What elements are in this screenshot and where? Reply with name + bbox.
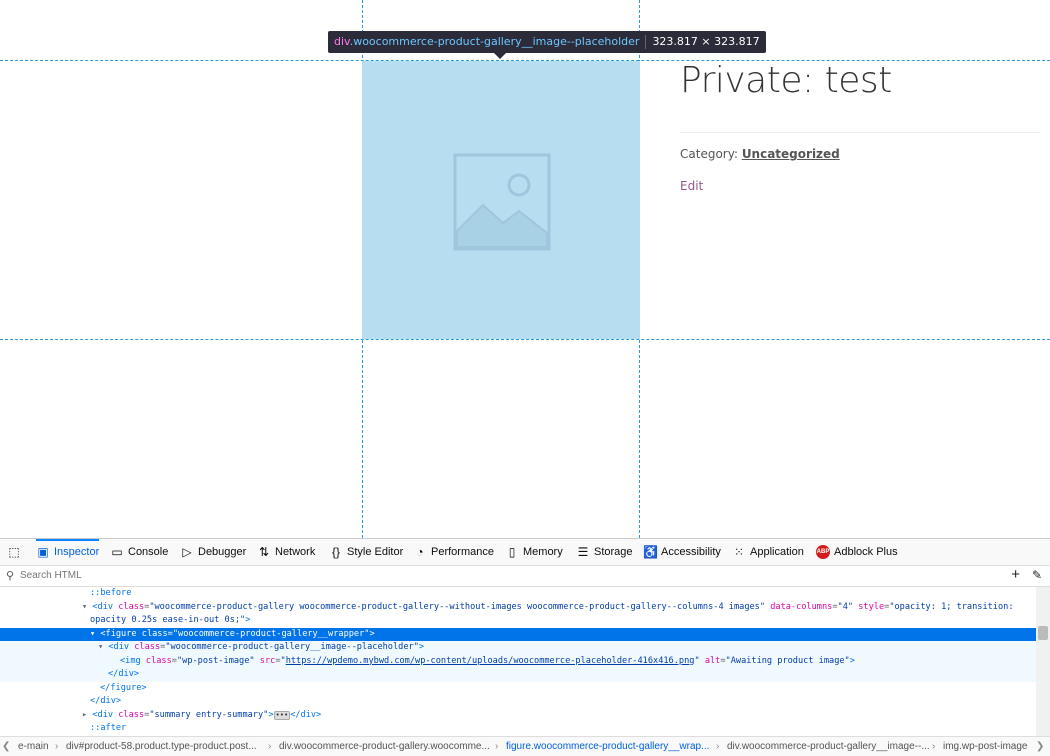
markup-line-after[interactable]: ::after — [0, 722, 1036, 736]
tab-memory[interactable]: ▯ Memory — [505, 539, 563, 565]
markup-line-close-figure[interactable]: </figure> — [0, 682, 1036, 696]
scrollbar-thumb[interactable] — [1038, 626, 1048, 640]
eyedropper-icon[interactable]: ✎ — [1032, 568, 1042, 582]
add-node-icon[interactable]: + — [1011, 567, 1020, 583]
tab-inspector[interactable]: ▣ Inspector — [36, 539, 100, 565]
tab-style-editor[interactable]: {} Style Editor — [329, 539, 403, 565]
breadcrumb-item[interactable]: div.woocommerce-product-gallery.woocomme… — [279, 737, 490, 756]
markup-line-before[interactable]: ::before — [0, 587, 1036, 601]
tab-storage-label: Storage — [594, 546, 633, 558]
devtools-panel: ⬚ ▣ Inspector ▭ Console ▷ Debugger ⇅ Net… — [0, 538, 1050, 756]
markup-line-img[interactable]: <img class="wp-post-image" src="https://… — [0, 654, 1036, 668]
markup-line-placeholder[interactable]: ▾ <div class="woocommerce-product-galler… — [0, 641, 1036, 655]
breadcrumb-item-current[interactable]: figure.woocommerce-product-gallery__wrap… — [506, 737, 709, 756]
tab-network[interactable]: ⇅ Network — [257, 539, 315, 565]
debugger-icon: ▷ — [182, 545, 192, 559]
category-label: Category: — [680, 147, 738, 161]
console-icon: ▭ — [111, 545, 123, 559]
devtools-toolbar: ⬚ ▣ Inspector ▭ Console ▷ Debugger ⇅ Net… — [0, 539, 1050, 566]
tab-adblock-plus[interactable]: ABP Adblock Plus — [816, 539, 898, 565]
markup-line-close-div[interactable]: </div> — [0, 668, 1036, 682]
product-category: Category: Uncategorized — [680, 147, 840, 161]
tab-accessibility-label: Accessibility — [661, 546, 721, 558]
breadcrumb-separator-icon: › — [716, 741, 720, 752]
category-link[interactable]: Uncategorized — [742, 147, 840, 161]
tab-console[interactable]: ▭ Console — [110, 539, 168, 565]
tab-accessibility[interactable]: ♿ Accessibility — [643, 539, 721, 565]
tab-debugger-label: Debugger — [198, 546, 247, 558]
tab-memory-label: Memory — [523, 546, 563, 558]
element-picker-icon: ⬚ — [8, 545, 20, 559]
tab-network-label: Network — [275, 546, 316, 558]
html-search-bar: ⚲ + ✎ — [0, 566, 1050, 587]
inspector-icon: ▣ — [37, 545, 49, 559]
markup-line-summary[interactable]: ▸ <div class="summary entry-summary"> •••… — [0, 709, 1036, 723]
network-icon: ⇅ — [258, 545, 270, 559]
breadcrumb-scroll-right-icon[interactable]: ❯ — [1036, 737, 1044, 756]
accessibility-icon: ♿ — [643, 545, 658, 559]
markup-line-close-gallery[interactable]: </div> — [0, 695, 1036, 709]
breadcrumb-item[interactable]: div.woocommerce-product-gallery__image--… — [727, 737, 930, 756]
application-icon: ⁙ — [733, 545, 745, 559]
product-title: Private: test — [680, 60, 892, 101]
tab-application[interactable]: ⁙ Application — [732, 539, 804, 565]
breadcrumb: ❮ e-main › div#product-58.product.type-p… — [0, 736, 1050, 756]
tab-performance-label: Performance — [431, 546, 494, 558]
tab-performance[interactable]: ◔ Performance — [413, 539, 494, 565]
markup-line-gallery-cont: opacity 0.25s ease-in-out 0s;"> — [90, 615, 251, 625]
breadcrumb-separator-icon: › — [495, 741, 499, 752]
storage-icon: ☰ — [577, 545, 589, 559]
tab-style-editor-label: Style Editor — [347, 546, 404, 558]
breadcrumb-item[interactable]: e-main — [18, 737, 49, 756]
infobar-tag: div — [334, 35, 350, 48]
search-icon: ⚲ — [6, 570, 15, 582]
highlighter-infobar: div.woocommerce-product-gallery__image--… — [328, 31, 766, 59]
breadcrumb-separator-icon: › — [55, 741, 59, 752]
tab-inspector-label: Inspector — [54, 546, 100, 558]
element-picker-button[interactable]: ⬚ — [7, 539, 21, 565]
memory-icon: ▯ — [508, 545, 516, 559]
breadcrumb-separator-icon: › — [268, 741, 272, 752]
tab-storage[interactable]: ☰ Storage — [576, 539, 633, 565]
performance-icon: ◔ — [416, 545, 424, 559]
infobar-dimensions: 323.817 × 323.817 — [652, 35, 760, 48]
tab-debugger[interactable]: ▷ Debugger — [180, 539, 246, 565]
search-html-input[interactable] — [20, 568, 320, 582]
breadcrumb-item[interactable]: img.wp-post-image — [943, 737, 1027, 756]
tab-application-label: Application — [750, 546, 804, 558]
markup-view: ::before ▾ <div class="woocommerce-produ… — [0, 587, 1036, 736]
tab-console-label: Console — [128, 546, 169, 558]
breadcrumb-separator-icon: › — [932, 741, 936, 752]
breadcrumb-item[interactable]: div#product-58.product.type-product.post… — [66, 737, 257, 756]
infobar-class: .woocommerce-product-gallery__image--pla… — [349, 35, 640, 48]
edit-link[interactable]: Edit — [680, 179, 703, 193]
markup-line-figure[interactable]: ▾ <figure class="woocommerce-product-gal… — [0, 627, 1036, 641]
highlighter-guide-bottom — [0, 339, 1050, 340]
image-placeholder-icon — [453, 153, 551, 251]
breadcrumb-scroll-left-icon[interactable]: ❮ — [2, 737, 10, 756]
markup-scrollbar[interactable] — [1036, 587, 1050, 736]
style-editor-icon: {} — [331, 545, 340, 559]
tab-adblock-plus-label: Adblock Plus — [834, 546, 898, 558]
markup-line-gallery[interactable]: ▾ <div class="woocommerce-product-galler… — [0, 601, 1036, 615]
title-divider — [680, 132, 1040, 133]
adblock-plus-icon: ABP — [816, 545, 830, 559]
